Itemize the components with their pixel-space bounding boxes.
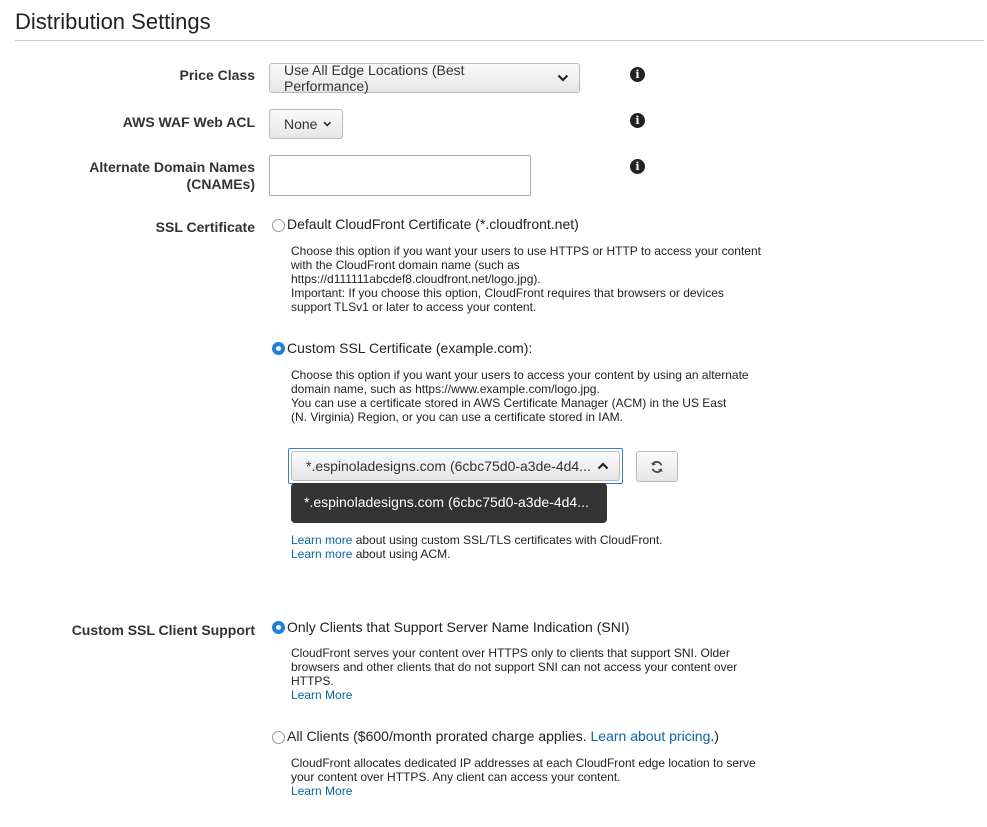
certificate-dropdown[interactable]: *.espinoladesigns.com (6cbc75d0-a3de-4d4… (291, 451, 620, 481)
desc-line: support TLSv1 or later to access your co… (291, 300, 537, 314)
waf-dropdown[interactable]: None (269, 109, 343, 139)
learn-more-text: about using ACM. (352, 547, 451, 561)
learn-more-text: about using custom SSL/TLS certificates … (352, 533, 663, 547)
sni-description: CloudFront serves your content over HTTP… (291, 646, 771, 702)
learn-more-line: Learn more about using custom SSL/TLS ce… (291, 533, 771, 547)
desc-line: CloudFront serves your content over HTTP… (291, 646, 730, 660)
desc-line: https://d111111abcdef8.cloudfront.net/lo… (291, 272, 541, 286)
chevron-down-icon (557, 74, 569, 82)
desc-line: HTTPS. (291, 674, 334, 688)
learn-more-link[interactable]: Learn more (291, 547, 352, 561)
learn-more-line: Learn more about using ACM. (291, 547, 771, 561)
custom-certificate-description: Choose this option if you want your user… (291, 368, 771, 424)
desc-line: your content over HTTPS. Any client can … (291, 770, 621, 784)
info-icon[interactable]: i (630, 67, 645, 82)
certificate-value: *.espinoladesigns.com (6cbc75d0-a3de-4d4… (306, 458, 591, 474)
learn-more-link[interactable]: Learn more (291, 533, 352, 547)
desc-line: Choose this option if you want your user… (291, 368, 749, 382)
all-clients-description: CloudFront allocates dedicated IP addres… (291, 756, 771, 798)
waf-label: AWS WAF Web ACL (122, 114, 255, 130)
cnames-label: Alternate Domain Names (CNAMEs) (89, 159, 255, 193)
info-icon[interactable]: i (630, 159, 645, 174)
price-class-dropdown[interactable]: Use All Edge Locations (Best Performance… (269, 62, 580, 94)
chevron-up-icon (597, 462, 609, 470)
chevron-down-icon (323, 121, 332, 127)
custom-certificate-option[interactable]: Custom SSL Certificate (example.com): (287, 340, 532, 356)
refresh-icon (651, 460, 663, 473)
info-icon[interactable]: i (630, 113, 645, 128)
all-clients-radio[interactable] (272, 731, 285, 744)
title-divider (15, 40, 984, 41)
sni-learn-more-link[interactable]: Learn More (291, 688, 352, 702)
cnames-label-line1: Alternate Domain Names (89, 159, 255, 175)
default-certificate-radio[interactable] (272, 219, 285, 232)
sni-option[interactable]: Only Clients that Support Server Name In… (287, 619, 629, 635)
default-certificate-option[interactable]: Default CloudFront Certificate (*.cloudf… (287, 216, 579, 232)
waf-value: None (284, 116, 318, 132)
refresh-button[interactable] (636, 451, 678, 482)
custom-certificate-radio[interactable] (272, 342, 285, 355)
cnames-textarea[interactable] (269, 155, 531, 196)
price-class-label: Price Class (179, 67, 256, 83)
all-clients-option-text: All Clients ($600/month prorated charge … (287, 728, 591, 744)
desc-line: browsers and other clients that do not s… (291, 660, 738, 674)
all-clients-learn-more-link[interactable]: Learn More (291, 784, 352, 798)
desc-line: CloudFront allocates dedicated IP addres… (291, 756, 756, 770)
desc-line: Important: If you choose this option, Cl… (291, 286, 724, 300)
default-certificate-description: Choose this option if you want your user… (291, 244, 771, 314)
ssl-certificate-label: SSL Certificate (155, 219, 255, 235)
all-clients-option[interactable]: All Clients ($600/month prorated charge … (287, 728, 719, 744)
desc-line: Choose this option if you want your user… (291, 244, 761, 258)
sni-radio[interactable] (272, 621, 285, 634)
client-support-label: Custom SSL Client Support (71, 622, 255, 638)
certificate-tooltip: *.espinoladesigns.com (6cbc75d0-a3de-4d4… (291, 483, 607, 523)
desc-line: domain name, such as https://www.example… (291, 382, 600, 396)
page-title: Distribution Settings (15, 9, 211, 34)
cnames-label-line2: (CNAMEs) (186, 176, 255, 192)
desc-line: You can use a certificate stored in AWS … (291, 396, 727, 410)
learn-more-block: Learn more about using custom SSL/TLS ce… (291, 533, 771, 561)
price-class-value: Use All Edge Locations (Best Performance… (284, 62, 465, 94)
all-clients-option-suffix: .) (710, 728, 719, 744)
certificate-select[interactable]: *.espinoladesigns.com (6cbc75d0-a3de-4d4… (288, 448, 623, 484)
desc-line: (N. Virginia) Region, or you can use a c… (291, 410, 623, 424)
pricing-link[interactable]: Learn about pricing (591, 728, 711, 744)
desc-line: with the CloudFront domain name (such as (291, 258, 520, 272)
